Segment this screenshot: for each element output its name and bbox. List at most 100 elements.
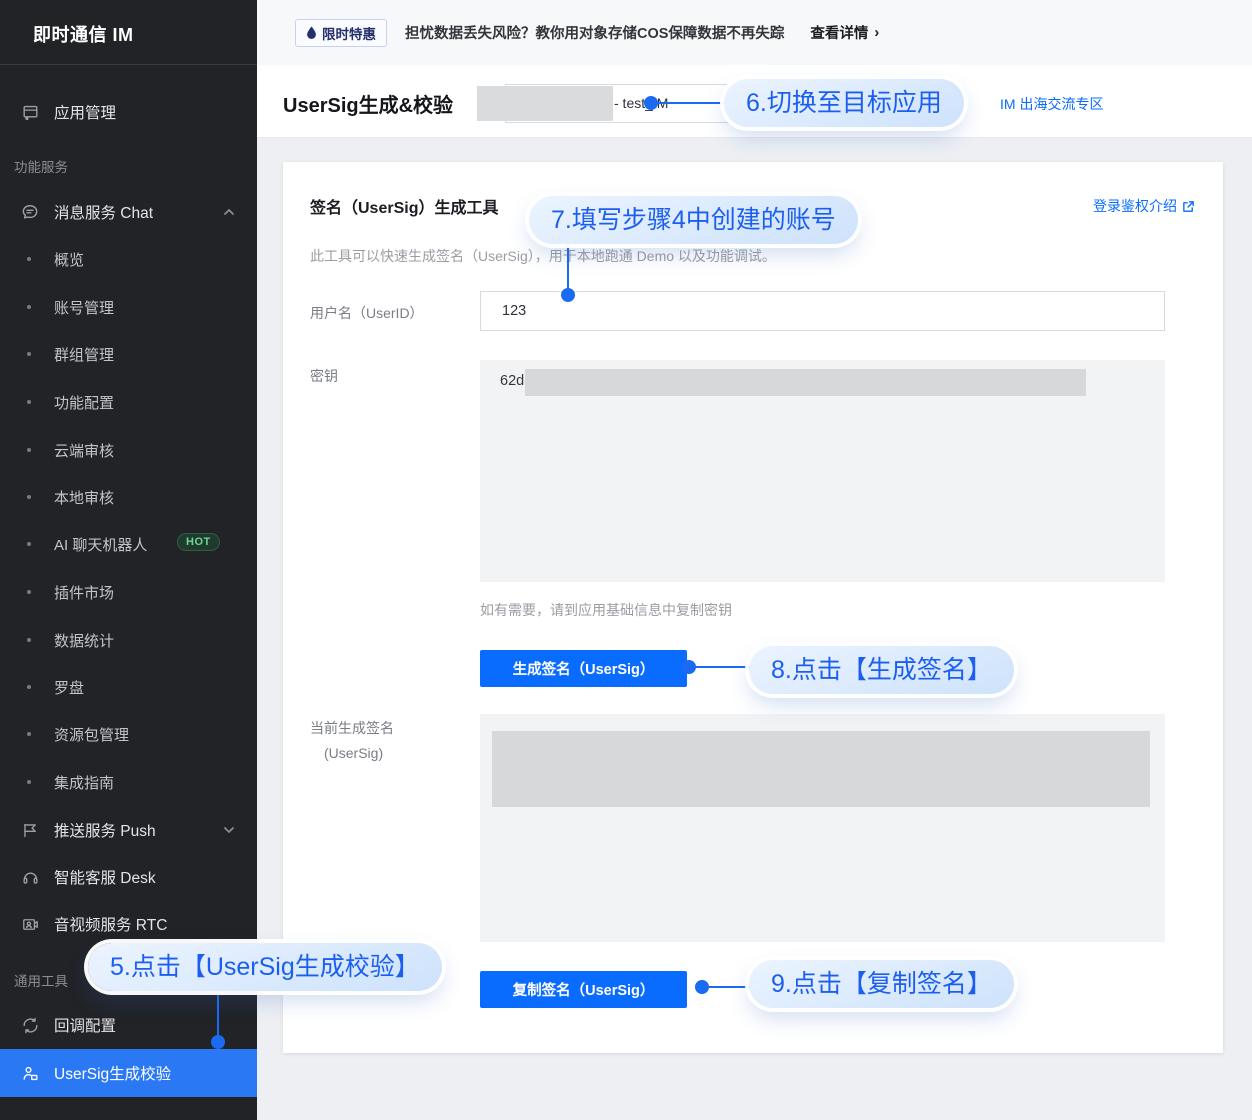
generated-sig-box [480,714,1165,942]
auth-intro-link[interactable]: 登录鉴权介绍 [1093,196,1195,216]
generate-usersig-button[interactable]: 生成签名（UserSig） [480,650,687,687]
sidebar-item-usersig[interactable]: UserSig生成校验 [0,1049,257,1097]
droplet-icon [306,26,317,39]
im-community-link[interactable]: IM 出海交流专区 [1000,94,1103,114]
bullet-dot [27,732,31,736]
redaction-mask [492,731,1150,807]
bullet-dot [27,780,31,784]
promo-badge-label: 限时特惠 [322,23,376,43]
sidebar-item-label: 集成指南 [54,772,114,793]
bullet-dot [27,352,31,356]
product-title: 即时通信 IM [33,21,134,47]
sidebar-item-label: 回调配置 [54,1014,116,1036]
sidebar-item-data-statistics[interactable]: 数据统计 [0,616,257,664]
current-sig-label: 当前生成签名 (UserSig) [310,716,394,766]
callback-icon [20,1015,40,1035]
bullet-dot [27,590,31,594]
promo-message: 担忧数据丢失风险？教你用对象存储COS保障数据不再失踪 [405,22,784,43]
sidebar-item-ai-chatbot[interactable]: AI 聊天机器人 HOT [0,520,257,568]
sidebar-item-feature-config[interactable]: 功能配置 [0,378,257,426]
userid-label: 用户名（UserID） [310,303,424,323]
callout-8-dot [682,660,696,674]
bullet-dot [27,542,31,546]
usersig-generator-card: 签名（UserSig）生成工具 登录鉴权介绍 此工具可以快速生成签名（UserS… [283,162,1223,1053]
copy-usersig-button[interactable]: 复制签名（UserSig） [480,971,687,1008]
bullet-dot [27,257,31,261]
sidebar-item-label: 云端审核 [54,440,114,461]
userid-value: 123 [502,303,526,319]
hot-badge: HOT [177,533,220,551]
callout-9-connector [703,986,752,988]
key-visible-prefix: 62d [500,373,524,389]
headset-icon [20,867,40,887]
sidebar-item-resource-packages[interactable]: 资源包管理 [0,710,257,758]
sidebar-item-compass[interactable]: 罗盘 [0,663,257,711]
page-title: UserSig生成&校验 [283,89,453,118]
bullet-dot [27,448,31,452]
sidebar-item-label: 群组管理 [54,344,114,365]
sidebar-section-common-tools: 通用工具 [14,970,68,990]
sidebar-item-local-moderation[interactable]: 本地审核 [0,473,257,521]
bullet-dot [27,495,31,499]
app-icon [20,102,40,122]
callout-6-dot [644,96,658,110]
chevron-up-icon[interactable] [223,208,235,216]
push-icon [20,820,40,840]
view-details-label: 查看详情 [810,22,868,43]
sidebar-item-label: 概览 [54,249,84,270]
key-note: 如有需要，请到应用基础信息中复制密钥 [480,600,732,620]
callout-8-connector [690,666,752,668]
sidebar-item-plugin-market[interactable]: 插件市场 [0,568,257,616]
bullet-dot [27,685,31,689]
callout-step-9: 9.点击【复制签名】 [749,960,1014,1008]
sidebar-item-overview[interactable]: 概览 [0,235,257,283]
sidebar-item-group-management[interactable]: 群组管理 [0,330,257,378]
sidebar-item-label: AI 聊天机器人 [54,534,147,555]
userid-input[interactable]: 123 [480,291,1165,331]
sidebar-item-label: 推送服务 Push [54,819,156,841]
sidebar-item-desk[interactable]: 智能客服 Desk [0,853,257,901]
callout-step-7: 7.填写步骤4中创建的账号 [529,196,858,244]
sidebar-item-label: 资源包管理 [54,724,129,745]
redaction-mask [525,369,1086,396]
auth-intro-label: 登录鉴权介绍 [1093,196,1177,216]
sidebar-item-label: 本地审核 [54,487,114,508]
promo-badge: 限时特惠 [295,19,387,47]
sidebar-item-rtc[interactable]: 音视频服务 RTC [0,900,257,948]
card-description: 此工具可以快速生成签名（UserSig），用于本地跑通 Demo 以及功能调试。 [310,246,776,266]
callout-5-connector [217,991,219,1037]
chevron-right-icon: › [874,25,879,41]
sidebar-item-push[interactable]: 推送服务 Push [0,806,257,854]
sidebar-item-label: 罗盘 [54,677,84,698]
bullet-dot [27,400,31,404]
secret-key-box: 62d [480,360,1165,582]
callout-7-connector [567,242,569,290]
bullet-dot [27,305,31,309]
callout-step-5: 5.点击【UserSig生成校验】 [88,943,442,991]
sidebar-item-app-management[interactable]: 应用管理 [0,88,257,136]
sidebar-item-account-management[interactable]: 账号管理 [0,283,257,331]
sidebar-item-label: 账号管理 [54,297,114,318]
external-link-icon [1182,200,1195,213]
view-details-link[interactable]: 查看详情 › [810,22,879,43]
callout-9-dot [695,980,709,994]
key-label: 密钥 [310,366,338,386]
sidebar-item-chat[interactable]: 消息服务 Chat [0,188,257,236]
current-sig-label-line2: (UserSig) [310,741,394,766]
usersig-console-page: 即时通信 IM 应用管理 功能服务 消息服务 Chat 概览 账号管理 群组管理… [0,0,1252,1120]
callout-5-dot [211,1035,225,1049]
rtc-video-icon [20,914,40,934]
current-sig-label-line1: 当前生成签名 [310,716,394,741]
chat-icon [20,202,40,222]
sidebar-item-integration-guide[interactable]: 集成指南 [0,758,257,806]
sidebar-item-label: 消息服务 Chat [54,201,153,223]
callout-step-6: 6.切换至目标应用 [724,79,964,127]
sidebar-section-feature-services: 功能服务 [14,156,68,176]
sidebar-item-label: UserSig生成校验 [54,1062,171,1084]
bullet-dot [27,638,31,642]
sidebar-item-cloud-moderation[interactable]: 云端审核 [0,426,257,474]
promo-banner: 限时特惠 担忧数据丢失风险？教你用对象存储COS保障数据不再失踪 查看详情 › [257,0,1252,65]
chevron-down-icon[interactable] [223,826,235,834]
sidebar-item-label: 插件市场 [54,582,114,603]
sidebar-item-label: 应用管理 [54,101,116,123]
